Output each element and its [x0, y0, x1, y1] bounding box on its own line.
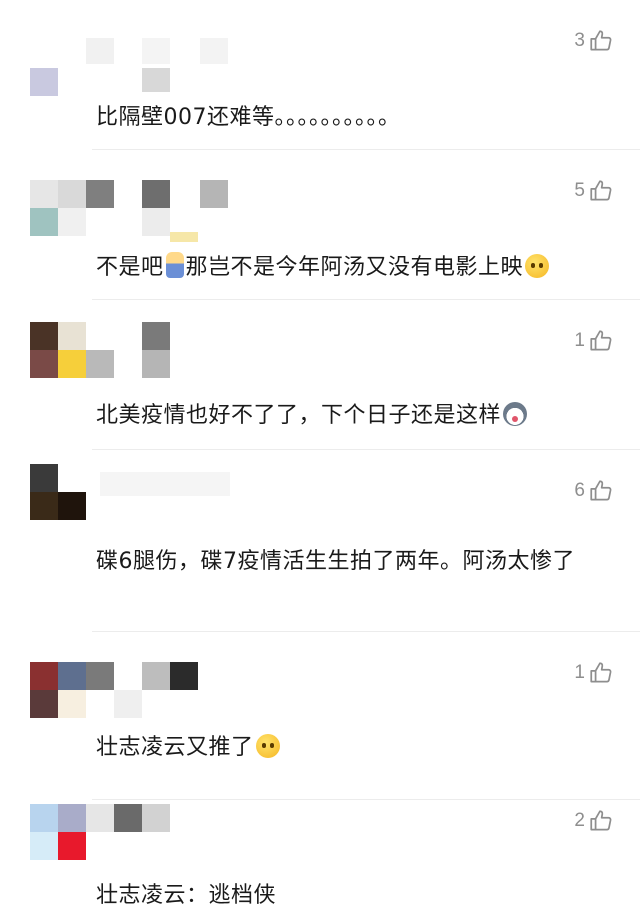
- thumbs-up-icon: [590, 810, 612, 831]
- comment-text-part: 北美疫情也好不了了，下个日子还是这样: [96, 403, 502, 428]
- comment-text: 壮志凌云又推了: [96, 730, 616, 766]
- like-count: 1: [574, 662, 585, 683]
- like-count: 3: [574, 30, 585, 51]
- like-count: 5: [574, 180, 585, 201]
- like-button[interactable]: 2: [574, 808, 614, 834]
- thumbs-up-icon: [590, 662, 612, 683]
- crying-emoji-icon: [525, 254, 550, 278]
- comment-item: 2 壮志凌云：逃档侠: [0, 800, 640, 919]
- comment-item: 1 壮志凌云又推了: [0, 632, 640, 800]
- comment-text: 比隔壁007还难等。。。。。。。。。。: [96, 105, 401, 130]
- husky-emoji-icon: [503, 402, 528, 426]
- like-button[interactable]: 5: [574, 178, 614, 204]
- comment-text: 壮志凌云：逃档侠: [96, 883, 277, 908]
- comment-text-part: 那岂不是今年阿汤又没有电影上映: [185, 255, 524, 280]
- comment-text: 碟6腿伤，碟7疫情活生生拍了两年。阿汤太惨了: [96, 549, 575, 574]
- thumbs-up-icon: [590, 180, 612, 201]
- thumbs-up-icon: [590, 330, 612, 351]
- comment-text: 不是吧 那岂不是今年阿汤又没有电影上映: [96, 250, 616, 286]
- comment-text-part: 不是吧: [96, 255, 164, 280]
- like-button[interactable]: 1: [574, 660, 614, 686]
- laugh-cry-emoji-icon: [255, 734, 280, 758]
- baby-emoji-icon: [165, 252, 184, 278]
- comment-item: 3 比隔壁007还难等。。。。。。。。。。: [0, 0, 640, 150]
- comment-item: 5 不是吧 那岂不是今年阿汤又没有电影上映: [0, 150, 640, 300]
- like-count: 1: [574, 330, 585, 351]
- comment-text: 北美疫情也好不了了，下个日子还是这样: [96, 398, 616, 434]
- like-count: 6: [574, 480, 585, 501]
- comment-item: 1 北美疫情也好不了了，下个日子还是这样: [0, 300, 640, 450]
- comment-item: 6 碟6腿伤，碟7疫情活生生拍了两年。阿汤太惨了: [0, 450, 640, 632]
- thumbs-up-icon: [590, 480, 612, 501]
- like-button[interactable]: 1: [574, 328, 614, 354]
- like-button[interactable]: 3: [574, 28, 614, 54]
- comment-text-part: 壮志凌云又推了: [96, 735, 254, 760]
- thumbs-up-icon: [590, 30, 612, 51]
- like-count: 2: [574, 810, 585, 831]
- like-button[interactable]: 6: [574, 478, 614, 504]
